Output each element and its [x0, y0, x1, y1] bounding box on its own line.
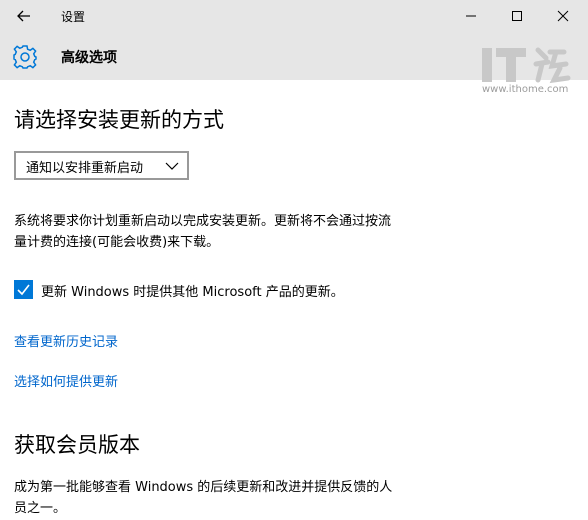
other-products-checkbox[interactable] — [14, 280, 33, 299]
gear-icon — [13, 45, 37, 69]
install-description: 系统将要求你计划重新启动以完成安装更新。更新将不会通过按流 量计费的连接(可能会… — [14, 214, 392, 250]
delivery-options-link[interactable]: 选择如何提供更新 — [14, 371, 118, 390]
insider-heading: 获取会员版本 — [14, 433, 140, 457]
install-method-dropdown[interactable]: 通知以安排重新启动 — [14, 151, 189, 180]
page-header: 高级选项 www.ithome.com — [0, 32, 588, 95]
logo-url: www.ithome.com — [482, 84, 569, 95]
maximize-button[interactable] — [494, 0, 540, 32]
chevron-down-icon — [165, 162, 179, 170]
app-title: 设置 — [61, 10, 86, 24]
close-icon — [557, 10, 569, 22]
close-button[interactable] — [540, 0, 586, 32]
install-method-heading: 请选择安装更新的方式 — [14, 108, 224, 132]
insider-description: 成为第一批能够查看 Windows 的后续更新和改进并提供反馈的人 员之一。 — [14, 480, 393, 516]
minimize-button[interactable] — [448, 0, 494, 32]
title-bar: 设置 — [0, 0, 588, 32]
dropdown-value: 通知以安排重新启动 — [26, 161, 144, 176]
back-arrow-icon — [17, 10, 30, 22]
back-button[interactable] — [12, 6, 36, 26]
other-products-label: 更新 Windows 时提供其他 Microsoft 产品的更新。 — [41, 285, 344, 300]
page-title: 高级选项 — [61, 50, 117, 66]
update-history-link[interactable]: 查看更新历史记录 — [14, 331, 118, 350]
minimize-icon — [466, 15, 476, 17]
checkmark-icon — [17, 284, 30, 296]
maximize-icon — [512, 11, 522, 21]
